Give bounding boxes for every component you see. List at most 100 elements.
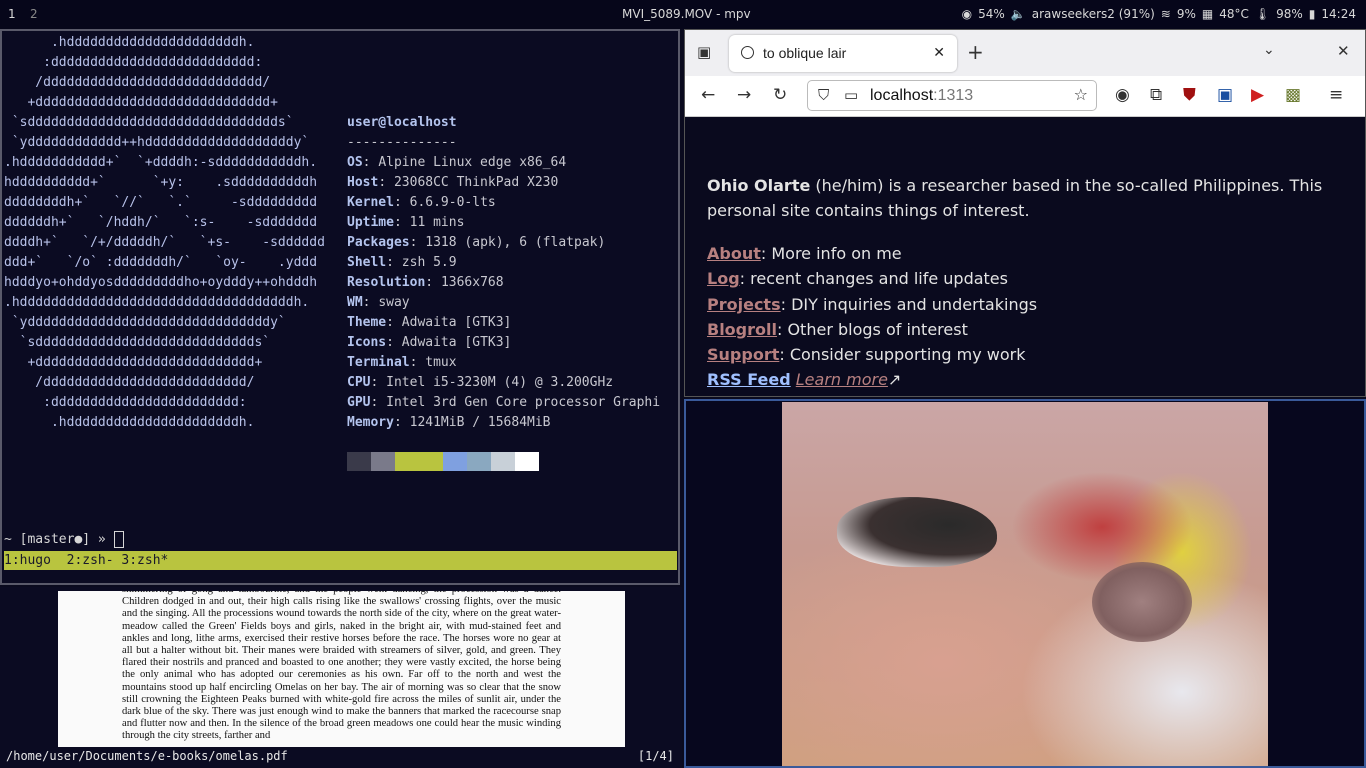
nav-link-log[interactable]: Log xyxy=(707,269,740,288)
tab-bar: ▣ to oblique lair ✕ + ⌄ ✕ xyxy=(685,30,1365,76)
link-row: Support: Consider supporting my work xyxy=(707,342,1037,367)
logo-line: hdddddddddd+` `+y: .sddddddddddh xyxy=(4,175,318,190)
author-name: Ohio Olarte xyxy=(707,176,811,195)
info-value: tmux xyxy=(425,355,457,370)
color-swatch xyxy=(467,452,491,471)
ublock-icon[interactable]: ⛊ xyxy=(1183,85,1196,105)
account-icon[interactable]: ◉ xyxy=(1115,85,1130,105)
logo-line: /dddddddddddddddddddddddddddd/ xyxy=(4,75,271,90)
pdf-viewer-window[interactable]: shimmering of gong and tambourine, and t… xyxy=(0,587,682,768)
nav-link-blogroll[interactable]: Blogroll xyxy=(707,320,777,339)
info-key: Uptime xyxy=(347,215,394,230)
info-key: CPU xyxy=(347,375,371,390)
workspace-2[interactable]: 2 xyxy=(30,7,38,21)
info-key: Shell xyxy=(347,255,387,270)
terminal-window[interactable]: .hddddddddddddddddddddddh. :dddddddddddd… xyxy=(0,29,680,585)
info-row: Packages: 1318 (apk), 6 (flatpak) xyxy=(347,235,606,250)
mpv-video-window[interactable] xyxy=(684,399,1366,768)
logo-line: `sdddddddddddddddddddddddddddddddds` xyxy=(4,115,294,130)
video-extension-icon[interactable]: ▶ xyxy=(1251,85,1264,105)
color-swatch xyxy=(395,452,419,471)
bookmark-star-icon[interactable]: ☆ xyxy=(1074,85,1088,104)
link-row: Blogroll: Other blogs of interest xyxy=(707,317,1037,342)
rss-feed-link[interactable]: RSS Feed xyxy=(707,370,791,389)
info-value: sway xyxy=(378,295,410,310)
tab-overview-icon[interactable]: ▣ xyxy=(697,43,711,61)
neofetch-info: user@localhost -------------- OS: Alpine… xyxy=(347,113,660,433)
info-row: Host: 23068CC ThinkPad X230 xyxy=(347,175,559,190)
top-status-bar: 1 2 MVI_5089.MOV - mpv ◉ 54% 🔈 arawseeke… xyxy=(0,0,1366,29)
extensions-icon[interactable]: ⧉ xyxy=(1150,85,1162,105)
forward-icon[interactable]: → xyxy=(737,85,751,105)
video-frame-cats[interactable] xyxy=(782,402,1268,766)
cat-black-white xyxy=(837,497,997,567)
pdf-page[interactable]: shimmering of gong and tambourine, and t… xyxy=(58,591,625,747)
shield-icon[interactable]: ⛉ xyxy=(818,86,829,104)
info-key: GPU xyxy=(347,395,371,410)
color-swatch xyxy=(515,452,539,471)
info-row: Terminal: tmux xyxy=(347,355,457,370)
logo-line: ddd+` `/o` :dddddddh/` `oy- .yddd xyxy=(4,255,318,270)
tab-active[interactable]: to oblique lair ✕ xyxy=(729,35,957,72)
close-window-icon[interactable]: ✕ xyxy=(1337,42,1350,60)
logo-line: `ydddddddddddddddddddddddddddddddy` xyxy=(4,315,286,330)
focused-window-title: MVI_5089.MOV - mpv xyxy=(622,7,751,21)
pdf-file-path: /home/user/Documents/e-books/omelas.pdf xyxy=(6,749,288,763)
info-row: Kernel: 6.6.9-0-lts xyxy=(347,195,496,210)
back-icon[interactable]: ← xyxy=(701,85,715,105)
page-info-icon[interactable]: ▭ xyxy=(844,86,858,104)
info-row: Shell: zsh 5.9 xyxy=(347,255,457,270)
list-tabs-icon[interactable]: ⌄ xyxy=(1263,42,1275,58)
close-tab-icon[interactable]: ✕ xyxy=(933,44,945,61)
cpu-usage: 9% xyxy=(1176,7,1196,21)
rss-row: RSS Feed Learn more↗ xyxy=(707,367,1037,392)
page-content: Ohio Olarte (he/him) is a researcher bas… xyxy=(685,117,1365,396)
info-key: Theme xyxy=(347,315,387,330)
info-value: 23068CC ThinkPad X230 xyxy=(393,175,559,190)
extension-icon[interactable]: ▩ xyxy=(1285,85,1301,105)
info-value: Intel i5-3230M (4) @ 3.200GHz xyxy=(386,375,614,390)
link-description: : recent changes and life updates xyxy=(739,269,1008,289)
separator: -------------- xyxy=(347,135,457,150)
eye-icon[interactable]: ◉ xyxy=(962,7,972,21)
browser-window[interactable]: ▣ to oblique lair ✕ + ⌄ ✕ ← → ↻ ⛉ ▭ loca… xyxy=(684,29,1366,397)
nav-link-support[interactable]: Support xyxy=(707,345,779,364)
shell-prompt[interactable]: ~ [master●] » xyxy=(4,531,124,548)
info-value: Intel 3rd Gen Core processor Graphi xyxy=(386,395,661,410)
url-text[interactable]: localhost:1313 xyxy=(870,87,973,105)
learn-more-link[interactable]: Learn more xyxy=(796,370,888,389)
network-name[interactable]: arawseekers2 (91%) xyxy=(1032,7,1155,21)
workspace-1[interactable]: 1 xyxy=(8,7,16,21)
reload-icon[interactable]: ↻ xyxy=(773,85,787,105)
wifi-icon[interactable]: ≋ xyxy=(1161,7,1171,21)
volume-level[interactable]: 54% xyxy=(978,7,1005,21)
bitwarden-icon[interactable]: ▣ xyxy=(1217,85,1233,105)
color-swatch xyxy=(419,452,443,471)
logo-line: :dddddddddddddddddddddddd: xyxy=(4,395,247,410)
cpu-icon: ▦ xyxy=(1201,7,1214,21)
info-value: Adwaita [GTK3] xyxy=(401,335,512,350)
info-row: OS: Alpine Linux edge x86_64 xyxy=(347,155,567,170)
menu-icon[interactable]: ≡ xyxy=(1329,85,1343,105)
link-description: : Consider supporting my work xyxy=(779,345,1026,365)
info-value: 1366x768 xyxy=(440,275,504,290)
logo-line: :dddddddddddddddddddddddddd: xyxy=(4,55,263,70)
external-link-icon: ↗ xyxy=(887,370,902,390)
nav-link-projects[interactable]: Projects xyxy=(707,295,781,314)
info-key: Host xyxy=(347,175,379,190)
info-row: Icons: Adwaita [GTK3] xyxy=(347,335,512,350)
color-swatch xyxy=(491,452,515,471)
info-row: Resolution: 1366x768 xyxy=(347,275,504,290)
url-bar[interactable]: ⛉ ▭ localhost:1313 ☆ xyxy=(807,80,1097,111)
tmux-status-bar[interactable]: 1:hugo 2:zsh- 3:zsh* xyxy=(4,551,677,570)
battery-level: 98% xyxy=(1276,7,1303,21)
speaker-icon[interactable]: 🔈 xyxy=(1011,7,1026,21)
link-description: : Other blogs of interest xyxy=(776,319,968,339)
site-links: About: More info on me Log: recent change… xyxy=(707,241,1037,393)
info-value: 6.6.9-0-lts xyxy=(409,195,496,210)
info-row: Memory: 1241MiB / 15684MiB xyxy=(347,415,551,430)
new-tab-icon[interactable]: + xyxy=(967,40,984,64)
logo-line: hdddyo+ohddyosdddddddddho+oydddy++ohdddh xyxy=(4,275,318,290)
info-value: Adwaita [GTK3] xyxy=(401,315,512,330)
nav-link-about[interactable]: About xyxy=(707,244,761,263)
